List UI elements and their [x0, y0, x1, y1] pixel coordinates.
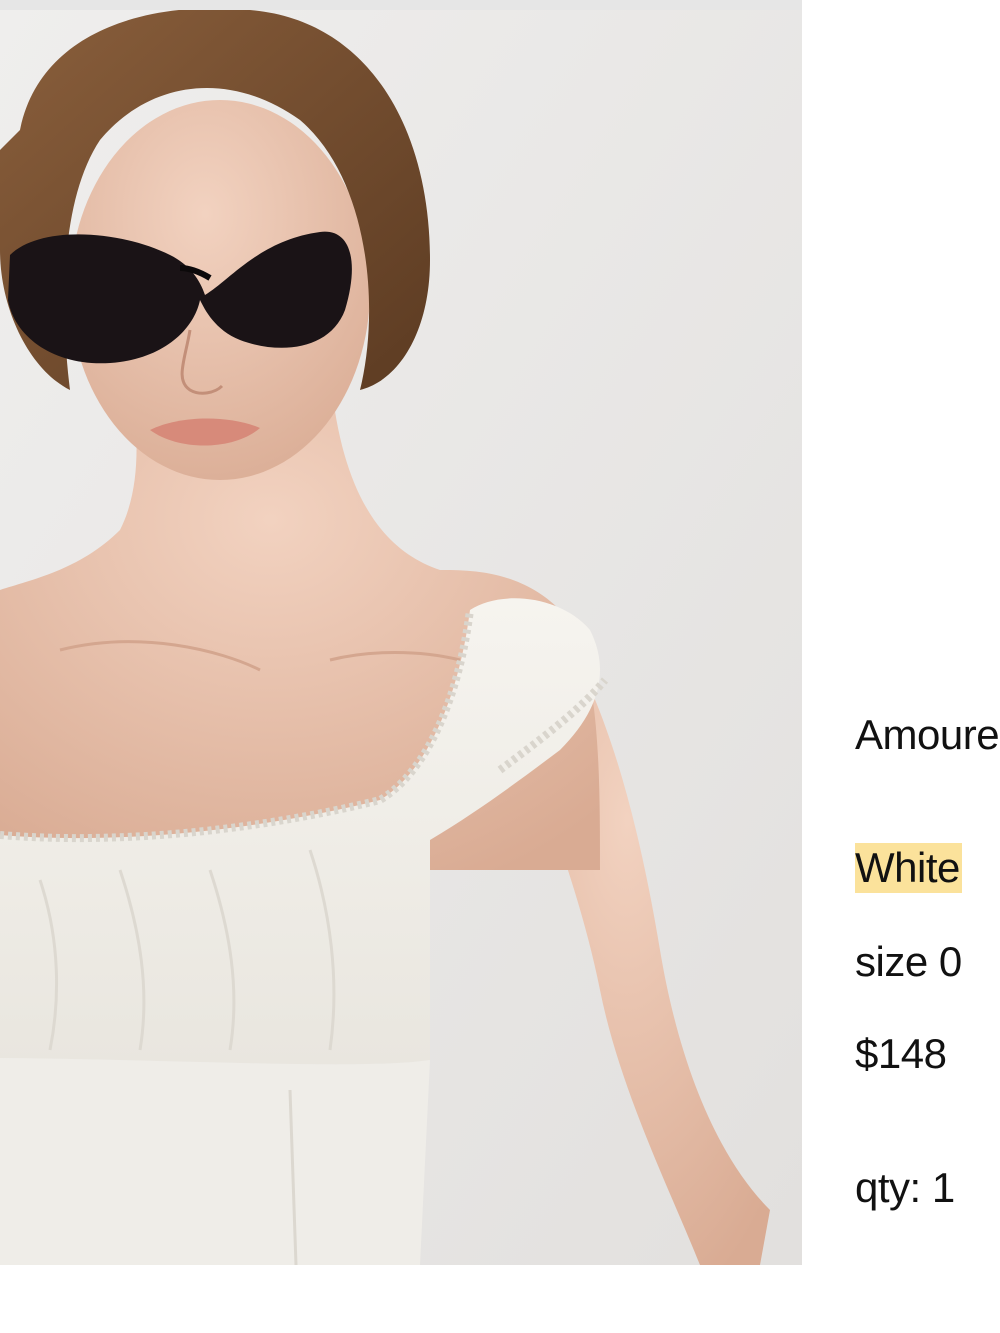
product-color: White	[855, 843, 962, 893]
product-name[interactable]: Amoure	[855, 710, 1000, 760]
order-details: Amoure White size 0 $148 qty: 1	[855, 0, 1000, 1333]
product-price: $148	[855, 1030, 947, 1077]
product-size: size 0	[855, 938, 962, 985]
product-quantity: qty: 1	[855, 1164, 955, 1211]
top-divider	[0, 0, 802, 10]
product-image[interactable]	[0, 10, 802, 1265]
